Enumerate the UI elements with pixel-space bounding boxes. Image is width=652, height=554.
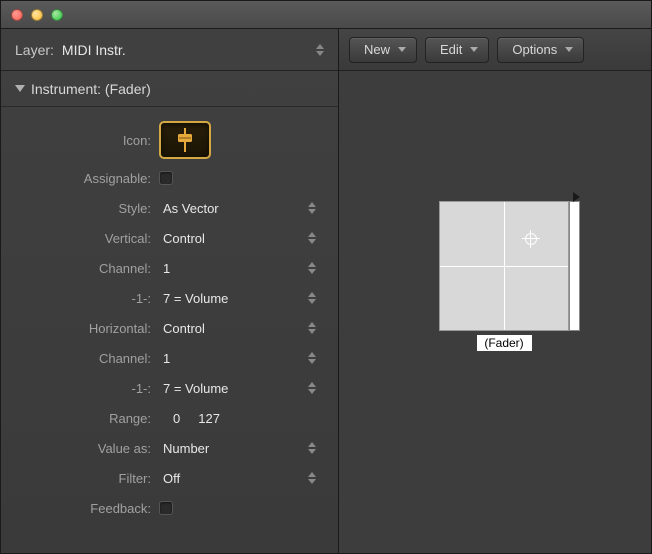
prop-label: Filter: xyxy=(1,471,159,486)
grid-line xyxy=(504,202,505,330)
h-channel-select[interactable]: 1 xyxy=(159,349,338,367)
chevron-down-icon xyxy=(398,47,406,52)
prop-value-as-row: Value as: Number xyxy=(1,433,338,463)
app-window: Layer: MIDI Instr. Instrument: (Fader) I… xyxy=(0,0,652,554)
prop-label: Feedback: xyxy=(1,501,159,516)
stepper-icon[interactable] xyxy=(308,439,320,457)
disclosure-triangle-icon[interactable] xyxy=(15,85,25,92)
prop-label: Assignable: xyxy=(1,171,159,186)
prop-icon-row: Icon: xyxy=(1,117,338,163)
prop-label: Channel: xyxy=(1,351,159,366)
stepper-icon[interactable] xyxy=(308,349,320,367)
prop-label: Value as: xyxy=(1,441,159,456)
canvas[interactable]: (Fader) xyxy=(339,71,651,553)
section-header[interactable]: Instrument: (Fader) xyxy=(1,71,338,107)
prop-range-row: Range: 0 127 xyxy=(1,403,338,433)
prop-label: Range: xyxy=(1,411,159,426)
prop-assignable-row: Assignable: xyxy=(1,163,338,193)
prop-v-minus1-row: -1-: 7 = Volume xyxy=(1,283,338,313)
minimize-icon[interactable] xyxy=(31,9,43,21)
stepper-icon[interactable] xyxy=(308,469,320,487)
prop-label: Icon: xyxy=(1,133,159,148)
prop-v-channel-row: Channel: 1 xyxy=(1,253,338,283)
fader-icon xyxy=(173,126,197,154)
icon-picker[interactable] xyxy=(159,121,211,159)
cable-triangle-icon[interactable] xyxy=(573,192,580,202)
prop-label: -1-: xyxy=(1,291,159,306)
range-low[interactable]: 0 xyxy=(173,411,180,426)
crosshair-icon[interactable] xyxy=(522,230,540,248)
layer-value: MIDI Instr. xyxy=(62,42,126,58)
horizontal-select[interactable]: Control xyxy=(159,319,338,337)
stepper-icon[interactable] xyxy=(308,379,320,397)
stepper-icon[interactable] xyxy=(308,319,320,337)
section-title: Instrument: (Fader) xyxy=(31,81,151,97)
scrollbar[interactable] xyxy=(569,201,580,331)
layer-row: Layer: MIDI Instr. xyxy=(1,29,338,71)
prop-label: Channel: xyxy=(1,261,159,276)
zoom-icon[interactable] xyxy=(51,9,63,21)
prop-feedback-row: Feedback: xyxy=(1,493,338,523)
content-area: Layer: MIDI Instr. Instrument: (Fader) I… xyxy=(1,29,651,553)
stepper-icon[interactable] xyxy=(308,229,320,247)
prop-vertical-row: Vertical: Control xyxy=(1,223,338,253)
style-select[interactable]: As Vector xyxy=(159,199,338,217)
prop-horizontal-row: Horizontal: Control xyxy=(1,313,338,343)
prop-style-row: Style: As Vector xyxy=(1,193,338,223)
inspector-panel: Layer: MIDI Instr. Instrument: (Fader) I… xyxy=(1,29,339,553)
prop-filter-row: Filter: Off xyxy=(1,463,338,493)
properties-list: Icon: Assignable: xyxy=(1,107,338,527)
vertical-select[interactable]: Control xyxy=(159,229,338,247)
prop-h-minus1-row: -1-: 7 = Volume xyxy=(1,373,338,403)
canvas-panel: New Edit Options xyxy=(339,29,651,553)
layer-select[interactable]: MIDI Instr. xyxy=(62,41,338,59)
prop-label: Style: xyxy=(1,201,159,216)
prop-label: Vertical: xyxy=(1,231,159,246)
assignable-checkbox[interactable] xyxy=(159,171,173,185)
layer-label: Layer: xyxy=(15,42,54,58)
range-high[interactable]: 127 xyxy=(198,411,220,426)
stepper-icon[interactable] xyxy=(316,41,328,59)
feedback-checkbox[interactable] xyxy=(159,501,173,515)
prop-label: Horizontal: xyxy=(1,321,159,336)
stepper-icon[interactable] xyxy=(308,289,320,307)
stepper-icon[interactable] xyxy=(308,199,320,217)
titlebar xyxy=(1,1,651,29)
prop-h-channel-row: Channel: 1 xyxy=(1,343,338,373)
prop-label: -1-: xyxy=(1,381,159,396)
close-icon[interactable] xyxy=(11,9,23,21)
toolbar: New Edit Options xyxy=(339,29,651,71)
fader-object[interactable]: (Fader) xyxy=(439,201,569,351)
chevron-down-icon xyxy=(565,47,573,52)
new-button[interactable]: New xyxy=(349,37,417,63)
h-minus1-select[interactable]: 7 = Volume xyxy=(159,379,338,397)
v-channel-select[interactable]: 1 xyxy=(159,259,338,277)
object-name-label[interactable]: (Fader) xyxy=(477,335,532,351)
edit-button[interactable]: Edit xyxy=(425,37,489,63)
filter-select[interactable]: Off xyxy=(159,469,338,487)
value-as-select[interactable]: Number xyxy=(159,439,338,457)
vector-pad[interactable] xyxy=(439,201,569,331)
chevron-down-icon xyxy=(470,47,478,52)
stepper-icon[interactable] xyxy=(308,259,320,277)
options-button[interactable]: Options xyxy=(497,37,584,63)
v-minus1-select[interactable]: 7 = Volume xyxy=(159,289,338,307)
